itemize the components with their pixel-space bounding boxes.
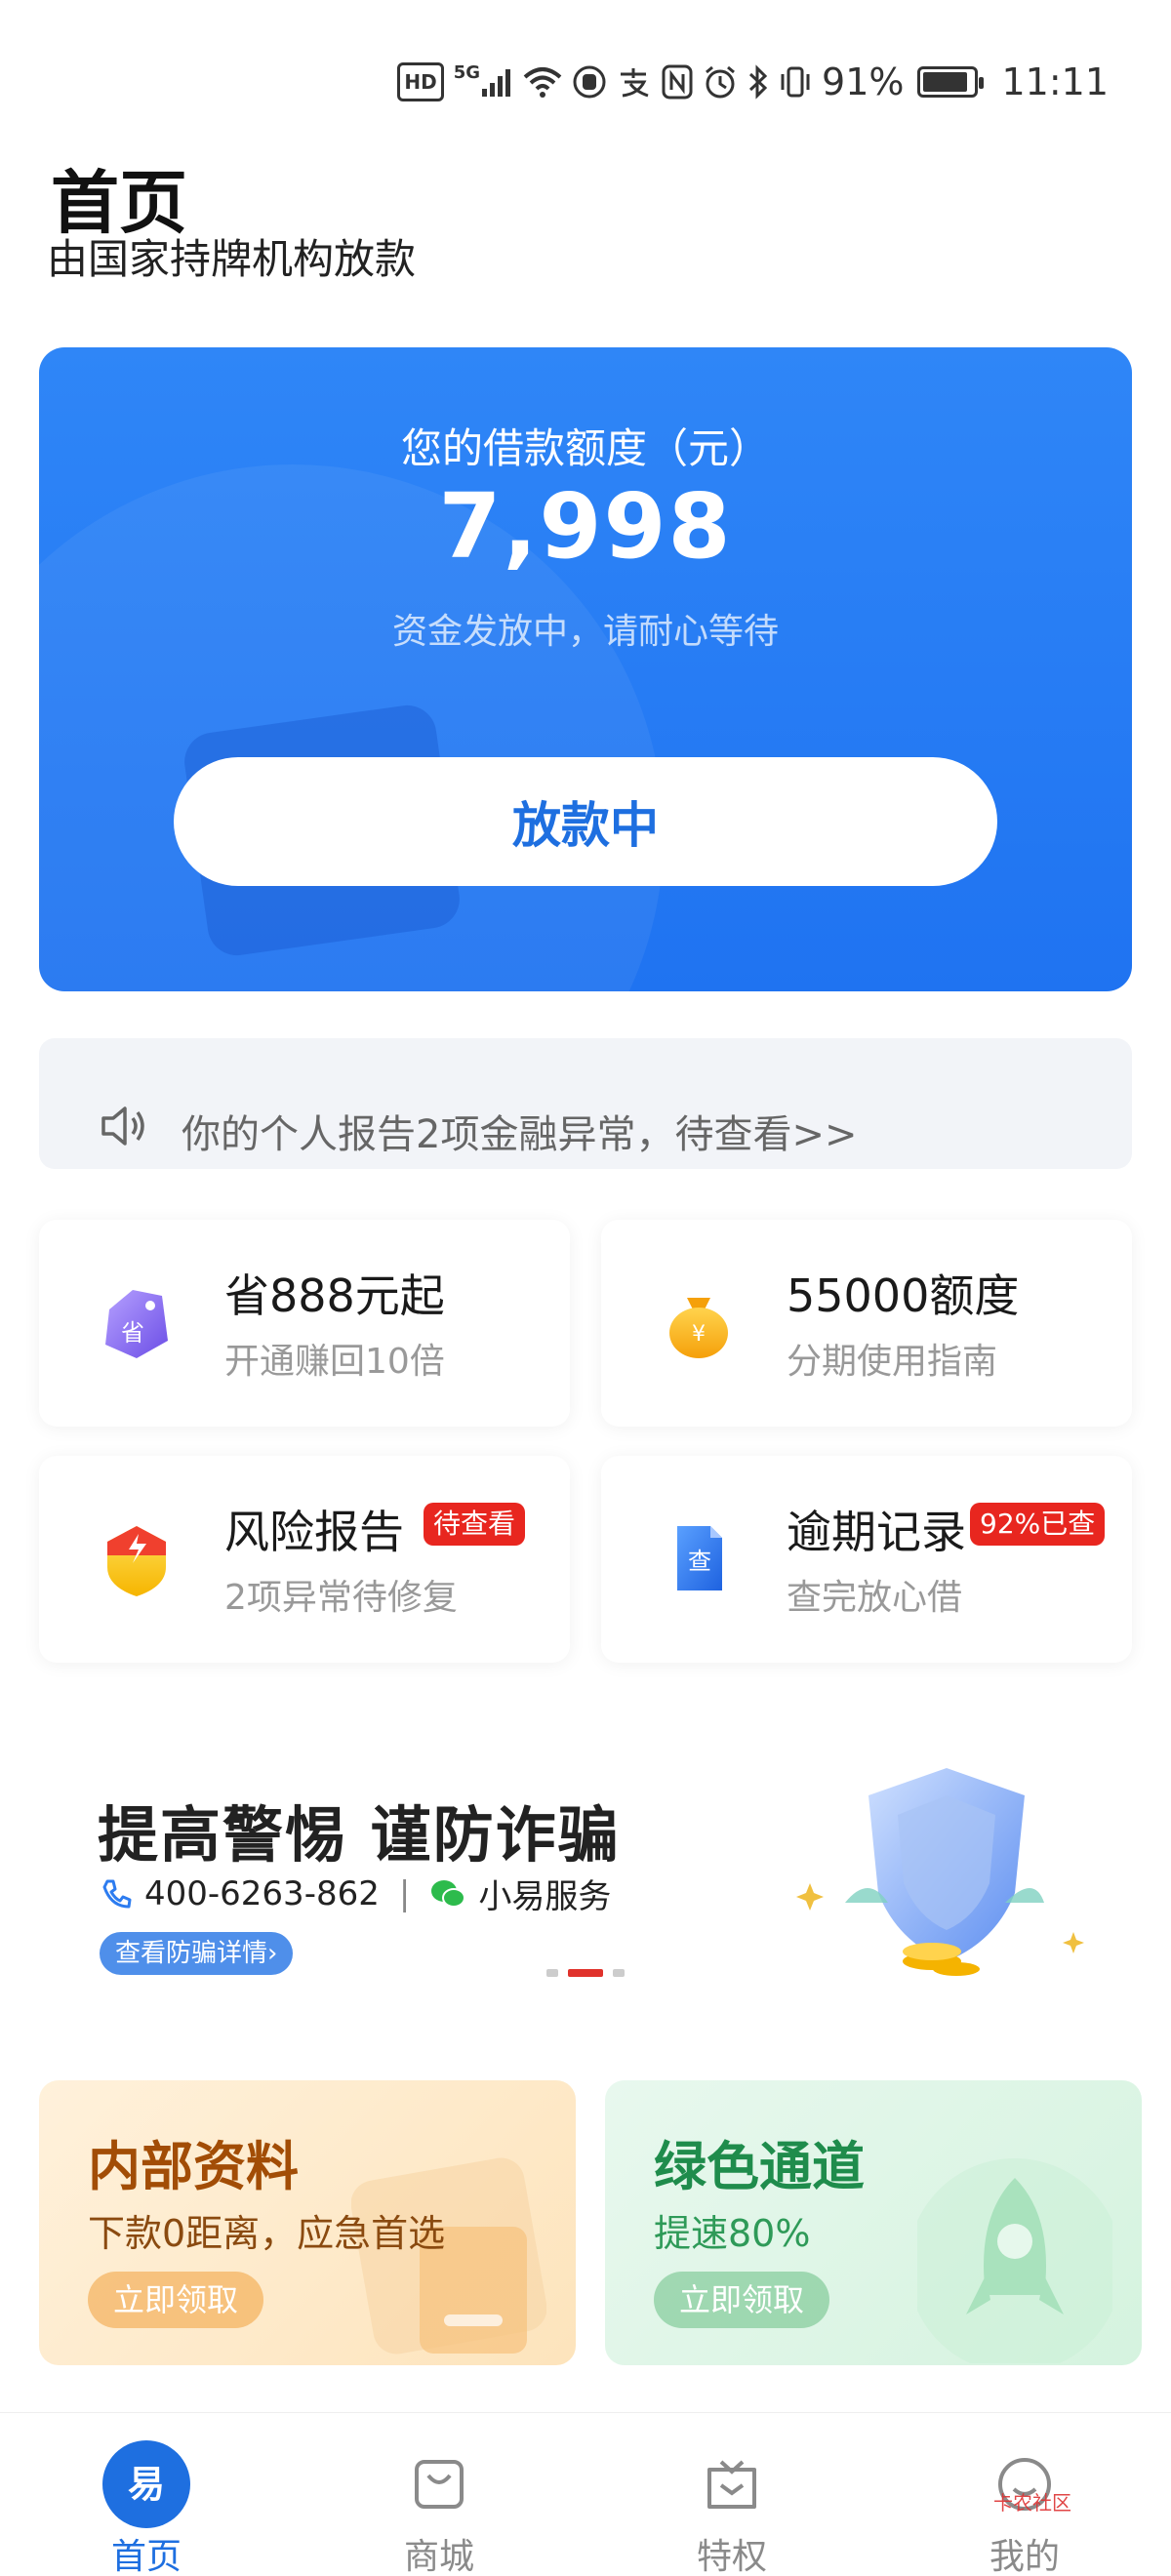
svg-text:查: 查 bbox=[688, 1548, 711, 1575]
feature-subtitle: 2项异常待修复 bbox=[224, 1578, 458, 1618]
speaker-icon bbox=[101, 1107, 144, 1146]
watermark: 卡农社区 bbox=[993, 2491, 1071, 2515]
alipay-icon bbox=[617, 62, 652, 101]
shield-icon bbox=[107, 1526, 166, 1596]
feature-title: 省888元起 bbox=[224, 1269, 445, 1322]
bottom-nav: 易 首页 商城 特权 我的 卡农社区 bbox=[0, 2412, 1171, 2576]
phone-icon bbox=[102, 1879, 132, 1908]
network-type-label: 5G bbox=[453, 61, 481, 83]
loan-status-button[interactable]: 放款中 bbox=[174, 757, 997, 886]
nav-item-home[interactable]: 易 首页 bbox=[0, 2413, 293, 2576]
carousel-dot[interactable] bbox=[546, 1969, 558, 1977]
feature-subtitle: 查完放心借 bbox=[787, 1578, 963, 1618]
feature-card-risk-report[interactable]: 风险报告 待查看 2项异常待修复 bbox=[39, 1456, 570, 1663]
banner-contact: 400-6263-862 | 小易服务 bbox=[100, 1870, 611, 1917]
link-label: 查看防骗详情 bbox=[115, 1939, 268, 1968]
status-bar: HD 5G 91% 11:11 bbox=[0, 0, 1171, 146]
status-badge: 92%已查 bbox=[970, 1503, 1106, 1546]
promo-subtitle: 下款0距离，应急首选 bbox=[88, 2212, 446, 2255]
page-subtitle: 由国家持牌机构放款 bbox=[47, 235, 417, 283]
carousel-dot-active[interactable] bbox=[568, 1969, 603, 1977]
notice-bar[interactable]: 你的个人报告2项金融异常，待查看>> bbox=[39, 1038, 1132, 1169]
notice-text: 你的个人报告2项金融异常，待查看>> bbox=[182, 1112, 858, 1157]
svg-text:省: 省 bbox=[121, 1319, 144, 1347]
feature-title: 风险报告 bbox=[224, 1506, 404, 1558]
svg-text:¥: ¥ bbox=[692, 1322, 706, 1347]
wechat-icon bbox=[431, 1879, 466, 1908]
shield-illustration bbox=[796, 1768, 1084, 1976]
home-icon: 易 bbox=[102, 2440, 190, 2528]
feature-card-savings[interactable]: 省 省888元起 开通赚回10倍 bbox=[39, 1220, 570, 1427]
credit-limit-card: 您的借款额度（元） 7,998 资金发放中，请耐心等待 放款中 bbox=[39, 347, 1132, 991]
clock: 11:11 bbox=[1001, 60, 1109, 103]
nav-item-mall[interactable]: 商城 bbox=[293, 2413, 586, 2576]
nav-label: 商城 bbox=[403, 2537, 474, 2576]
battery-icon bbox=[917, 66, 985, 98]
nav-label: 我的 bbox=[989, 2537, 1060, 2576]
promo-card-internal-info[interactable]: 内部资料 下款0距离，应急首选 立即领取 bbox=[39, 2080, 576, 2365]
chevron-right-icon: › bbox=[267, 1939, 278, 1968]
document-icon: 查 bbox=[677, 1526, 722, 1590]
claim-button[interactable]: 立即领取 bbox=[654, 2272, 830, 2328]
credit-limit-amount: 7,998 bbox=[438, 474, 733, 579]
feature-title: 逾期记录 bbox=[787, 1506, 966, 1558]
feature-card-credit[interactable]: ¥ 55000额度 分期使用指南 bbox=[601, 1220, 1132, 1427]
promo-subtitle: 提速80% bbox=[654, 2212, 811, 2255]
bluetooth-icon bbox=[747, 62, 769, 101]
credit-limit-label: 您的借款额度（元） bbox=[400, 424, 770, 472]
hand-icon bbox=[572, 62, 607, 101]
service-account: 小易服务 bbox=[478, 1877, 612, 1916]
nfc-icon bbox=[662, 62, 693, 101]
shopping-bag-icon bbox=[415, 2460, 464, 2509]
separator: | bbox=[398, 1873, 411, 1913]
promo-title: 内部资料 bbox=[88, 2136, 299, 2197]
nav-label: 特权 bbox=[696, 2537, 767, 2576]
battery-level bbox=[923, 72, 968, 92]
vibrate-icon bbox=[779, 62, 812, 101]
signal-icon: 5G bbox=[454, 62, 513, 101]
tag-icon: 省 bbox=[105, 1290, 168, 1358]
feature-subtitle: 分期使用指南 bbox=[787, 1342, 998, 1382]
anti-fraud-banner[interactable]: 提高警惕 谨防诈骗 400-6263-862 | 小易服务 查看防骗详情› bbox=[39, 1747, 1132, 2010]
nav-label: 首页 bbox=[110, 2537, 182, 2576]
status-icons: HD 5G 91% 11:11 bbox=[397, 60, 1109, 103]
money-bag-icon: ¥ bbox=[669, 1298, 728, 1358]
promo-card-green-channel[interactable]: 绿色通道 提速80% 立即领取 bbox=[605, 2080, 1142, 2365]
alarm-icon bbox=[703, 62, 738, 101]
rocket-icon bbox=[917, 2158, 1112, 2363]
status-badge: 待查看 bbox=[424, 1503, 526, 1546]
privilege-icon bbox=[707, 2460, 756, 2509]
hd-icon: HD bbox=[397, 62, 444, 101]
nav-item-privileges[interactable]: 特权 bbox=[586, 2413, 878, 2576]
carousel-indicator bbox=[546, 1969, 625, 1977]
app-screen: HD 5G 91% 11:11 首页 由国家持牌机构放款 您的借款额度（元） 7… bbox=[0, 0, 1171, 2576]
claim-button[interactable]: 立即领取 bbox=[88, 2272, 264, 2328]
feature-subtitle: 开通赚回10倍 bbox=[224, 1342, 445, 1382]
carousel-dot[interactable] bbox=[613, 1969, 625, 1977]
disbursement-status: 资金发放中，请耐心等待 bbox=[391, 612, 779, 652]
battery-percent: 91% bbox=[822, 60, 905, 103]
hotline-number: 400-6263-862 bbox=[144, 1873, 380, 1913]
feature-title: 55000额度 bbox=[787, 1269, 1020, 1322]
anti-fraud-details-link[interactable]: 查看防骗详情› bbox=[100, 1932, 294, 1975]
promo-title: 绿色通道 bbox=[654, 2136, 865, 2197]
banner-title: 提高警惕 谨防诈骗 bbox=[98, 1799, 621, 1871]
feature-card-overdue-record[interactable]: 查 逾期记录 92%已查 查完放心借 bbox=[601, 1456, 1132, 1663]
home-icon-glyph: 易 bbox=[128, 2463, 165, 2506]
wifi-icon bbox=[523, 62, 562, 101]
